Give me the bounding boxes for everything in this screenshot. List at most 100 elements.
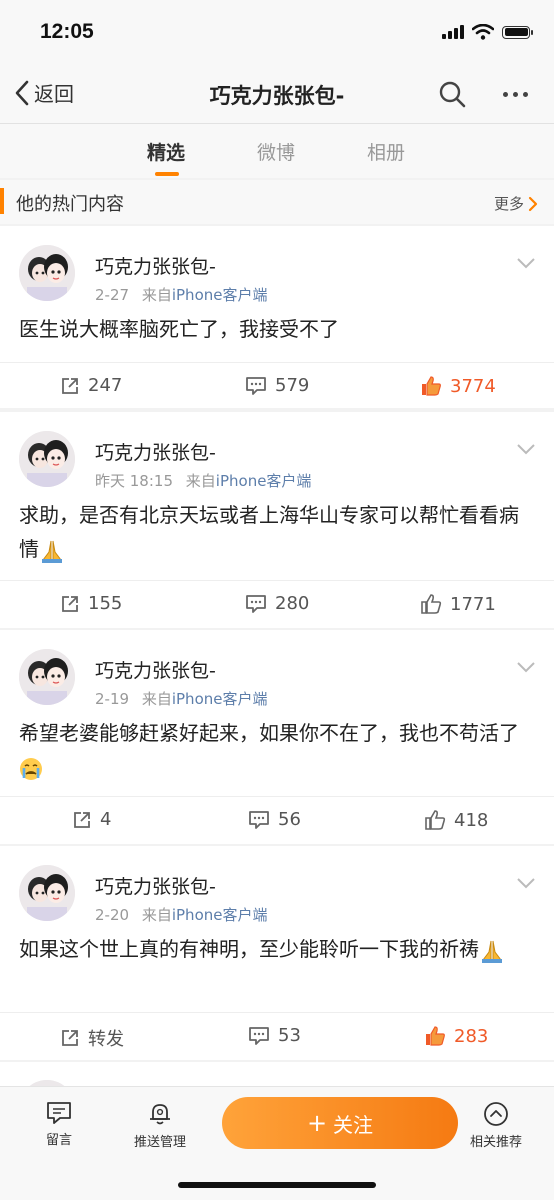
comment-button[interactable]: 579: [245, 375, 309, 396]
section-more-link[interactable]: 更多: [494, 193, 538, 214]
post-actions: 247 579 3774: [0, 362, 554, 411]
comment-button[interactable]: 280: [245, 593, 309, 614]
related-recommend-button[interactable]: 相关推荐: [470, 1101, 522, 1150]
chevron-down-icon: [517, 878, 535, 889]
push-settings-button[interactable]: 推送管理: [134, 1101, 186, 1150]
repost-icon: [74, 811, 90, 828]
post-card[interactable]: 巧克力张张包- 昨天 18:15 来自iPhone客户端 求助，是否有北京天坛或…: [0, 412, 554, 628]
post-text: 医生说大概率脑死亡了，我接受不了: [19, 317, 339, 341]
post-card[interactable]: 巧克力张张包- 2-27 来自iPhone客户端 医生说大概率脑死亡了，我接受不…: [0, 226, 554, 408]
repost-icon: [62, 595, 78, 612]
active-tab-indicator: [155, 172, 179, 176]
tab-album[interactable]: 相册: [367, 138, 405, 165]
thumbs-up-icon: [425, 810, 446, 830]
post-time: 昨天 18:15: [95, 472, 173, 490]
section-more-label: 更多: [493, 195, 524, 213]
post-text: 求助，是否有北京天坛或者上海华山专家可以帮忙看看病情: [19, 498, 530, 566]
post-username[interactable]: 巧克力张张包-: [95, 438, 216, 465]
post-card[interactable]: 巧克力张张包- 2-20 来自iPhone客户端 如果这个世上真的有神明，至少能…: [0, 846, 554, 1060]
post-menu-button[interactable]: [516, 440, 536, 459]
chevron-right-icon: [528, 196, 538, 211]
post-menu-button[interactable]: [516, 874, 536, 893]
thumbs-up-icon: [421, 594, 442, 614]
post-time: 2-19: [95, 690, 130, 708]
post-text: 希望老婆能够赶紧好起来，如果你不在了，我也不苟活了: [19, 716, 530, 784]
post-username[interactable]: 巧克力张张包-: [95, 656, 216, 683]
comment-count: 280: [275, 593, 310, 614]
like-button[interactable]: 3774: [420, 375, 496, 397]
pray-emoji: [42, 540, 62, 563]
more-options-button[interactable]: [503, 92, 528, 97]
pray-emoji: [482, 940, 502, 963]
avatar[interactable]: [19, 649, 75, 705]
crying-emoji: [20, 757, 42, 780]
message-label: 留言: [46, 1133, 73, 1148]
wifi-icon: [472, 24, 494, 40]
repost-button[interactable]: 247: [60, 375, 122, 396]
message-icon: [47, 1102, 71, 1124]
repost-count: 155: [88, 593, 123, 614]
message-button[interactable]: 留言: [46, 1101, 72, 1148]
comment-button[interactable]: 53: [248, 1025, 301, 1046]
repost-icon: [62, 377, 78, 394]
post-source[interactable]: iPhone客户端: [172, 690, 268, 708]
hot-content-header: 他的热门内容 更多: [0, 180, 554, 224]
avatar[interactable]: [19, 865, 75, 921]
post-menu-button[interactable]: [516, 254, 536, 273]
cellular-signal-icon: [442, 25, 464, 39]
post-username[interactable]: 巧克力张张包-: [95, 872, 216, 899]
post-source-prefix: 来自: [141, 906, 172, 924]
post-meta: 昨天 18:15 来自iPhone客户端: [95, 470, 311, 491]
battery-icon: [502, 25, 533, 39]
post-source[interactable]: iPhone客户端: [216, 472, 312, 490]
comment-icon: [249, 1026, 269, 1045]
comment-icon: [249, 810, 269, 829]
like-button[interactable]: 283: [424, 1025, 488, 1047]
like-button[interactable]: 418: [424, 809, 488, 831]
chevron-up-circle-icon: [484, 1102, 508, 1126]
post-card[interactable]: 巧克力张张包- 2-19 来自iPhone客户端 希望老婆能够赶紧好起来，如果你…: [0, 630, 554, 844]
post-meta: 2-19 来自iPhone客户端: [95, 688, 267, 709]
follow-label: 关注: [333, 1112, 374, 1137]
chevron-down-icon: [517, 662, 535, 673]
like-button[interactable]: 1771: [420, 593, 496, 615]
post-source[interactable]: iPhone客户端: [172, 286, 268, 304]
like-count: 283: [454, 1025, 489, 1047]
status-icons: [442, 22, 533, 42]
comment-count: 56: [278, 809, 301, 830]
like-count: 3774: [450, 375, 496, 397]
comment-count: 53: [278, 1025, 301, 1046]
search-button[interactable]: [438, 80, 466, 112]
repost-icon: [62, 1030, 78, 1046]
comment-button[interactable]: 56: [248, 809, 301, 830]
comment-icon: [246, 594, 266, 613]
chevron-down-icon: [517, 258, 535, 269]
post-source[interactable]: iPhone客户端: [172, 906, 268, 924]
repost-count: 4: [100, 809, 112, 830]
post-time: 2-27: [95, 286, 130, 304]
avatar[interactable]: [19, 245, 75, 301]
post-text: 如果这个世上真的有神明，至少能聆听一下我的祈祷: [19, 932, 530, 966]
plus-icon: +: [306, 1109, 328, 1137]
page-title: 巧克力张张包-: [209, 84, 345, 108]
tab-featured[interactable]: 精选: [147, 138, 185, 165]
related-recommend-label: 相关推荐: [470, 1135, 523, 1150]
avatar[interactable]: [19, 431, 75, 487]
nav-bar: 返回 巧克力张张包-: [0, 64, 554, 124]
repost-button[interactable]: 155: [60, 593, 122, 614]
post-source-prefix: 来自: [185, 472, 216, 490]
follow-button[interactable]: + 关注: [222, 1097, 458, 1149]
profile-tabs: 精选 微博 相册: [0, 124, 554, 178]
post-meta: 2-27 来自iPhone客户端: [95, 284, 267, 305]
thumbs-up-icon: [426, 1026, 445, 1046]
repost-button[interactable]: 转发: [60, 1025, 124, 1051]
post-time: 2-20: [95, 906, 130, 924]
status-bar: 12:05: [0, 0, 554, 64]
section-title: 他的热门内容: [16, 194, 124, 215]
post-username[interactable]: 巧克力张张包-: [95, 252, 216, 279]
tab-weibo[interactable]: 微博: [257, 138, 295, 165]
post-actions: 4 56 418: [0, 796, 554, 845]
post-menu-button[interactable]: [516, 658, 536, 677]
repost-button[interactable]: 4: [72, 809, 111, 830]
status-time: 12:05: [40, 20, 94, 43]
